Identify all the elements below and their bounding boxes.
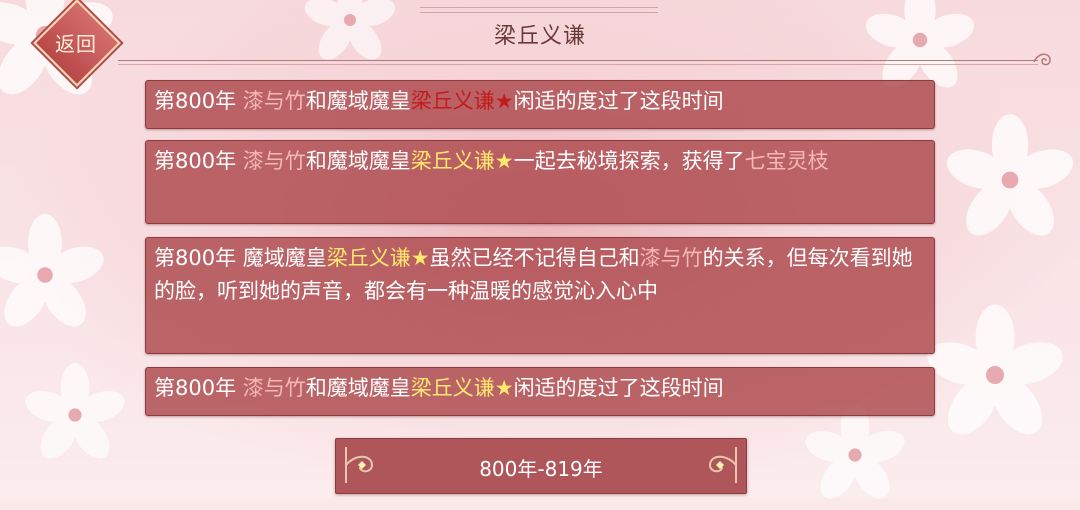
entry-segment: 梁丘义谦★: [410, 89, 514, 113]
flower-icon: [0, 213, 104, 327]
year-range-label: 800年-819年: [479, 457, 603, 481]
entry-segment: 七宝灵枝: [744, 149, 829, 173]
log-entry: 第800年 漆与竹和魔域魔皇梁丘义谦★一起去秘境探索，获得了七宝灵枝: [145, 140, 935, 224]
back-button-label: 返回: [55, 32, 97, 56]
entry-segment: 漆与竹: [242, 149, 306, 173]
top-divider: [420, 7, 658, 13]
entry-segment: 和魔域魔皇: [305, 376, 411, 400]
entry-segment: 和魔域魔皇: [305, 89, 411, 113]
entry-segment: 闲适的度过了这段时间: [513, 376, 724, 400]
entry-segment: 第800年: [154, 89, 243, 113]
entry-segment: 虽然已经不记得自己和: [429, 246, 640, 270]
entry-segment: 梁丘义谦★: [326, 246, 430, 270]
entry-segment: 闲适的度过了这段时间: [513, 89, 724, 113]
header-divider: [118, 60, 1038, 65]
log-entry: 第800年 漆与竹和魔域魔皇梁丘义谦★闲适的度过了这段时间: [145, 367, 935, 416]
year-range-button[interactable]: 800年-819年: [335, 438, 747, 494]
entry-segment: 漆与竹: [242, 376, 306, 400]
back-button[interactable]: 返回: [33, 0, 121, 87]
log-entry: 第800年 漆与竹和魔域魔皇梁丘义谦★闲适的度过了这段时间: [145, 80, 935, 129]
flower-icon: [25, 363, 125, 459]
entry-segment: 一起去秘境探索，获得了: [513, 149, 745, 173]
entry-segment: 漆与竹: [242, 89, 306, 113]
page-title: 梁丘义谦: [493, 24, 586, 49]
entry-segment: 第800年: [154, 149, 243, 173]
entry-segment: 第800年 魔域魔皇: [154, 246, 327, 270]
flower-icon: [805, 403, 905, 499]
entry-segment: 梁丘义谦★: [410, 376, 514, 400]
scroll-ornament-icon: [1033, 53, 1051, 66]
entry-segment: 第800年: [154, 376, 243, 400]
entry-segment: 梁丘义谦★: [410, 149, 514, 173]
entry-segment: 漆与竹: [639, 246, 703, 270]
flower-icon: [927, 304, 1063, 435]
log-entry: 第800年 魔域魔皇梁丘义谦★虽然已经不记得自己和漆与竹的关系，但每次看到她的脸…: [145, 237, 935, 354]
entry-segment: 和魔域魔皇: [305, 149, 411, 173]
flower-icon: [946, 114, 1074, 236]
